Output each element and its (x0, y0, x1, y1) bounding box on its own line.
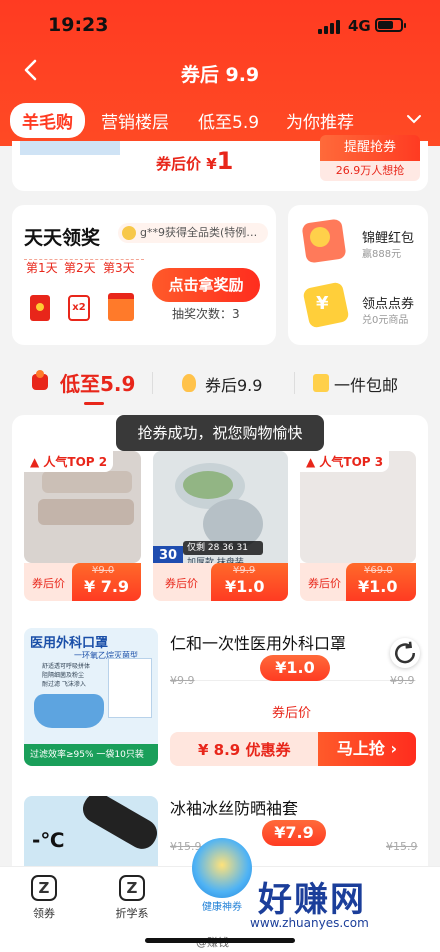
coupon-price-label: 券后价 (272, 706, 312, 721)
coupon-label: 券后价 (308, 577, 341, 590)
claim-reward-button[interactable]: 点击拿奖励 (152, 268, 260, 302)
koi-envelope-item[interactable] (300, 217, 348, 269)
flame-icon (182, 374, 196, 392)
double-badge-icon: x2 (68, 295, 90, 321)
tab-free-shipping[interactable]: 一件包邮 (334, 372, 398, 396)
top-badge: ▲ 人气TOP 2 (24, 451, 114, 472)
coupon-price-bubble: ¥1.0 (260, 655, 330, 681)
watermark-logo: 好赚网 (258, 880, 366, 920)
price: ¥1.0 (358, 577, 398, 596)
status-bar: 19:23 4G (0, 0, 440, 52)
section-tabs: 低至5.9 券后9.9 一件包邮 (0, 360, 440, 408)
daily-reward-card: 天天领奖 g**9获得全品类(特例… 第1天 第2天 第3天 x2 点击拿奖励 … (12, 205, 276, 345)
gift-box-icon (108, 293, 134, 321)
winner-marquee: g**9获得全品类(特例… (118, 223, 268, 243)
coupon-amount: ¥ 8.9 优惠券 (198, 741, 291, 759)
refresh-button[interactable] (390, 638, 420, 668)
health-coupon-label: 健康神券 (202, 902, 242, 913)
chevron-down-icon[interactable] (404, 109, 424, 129)
original-price-right: ¥15.9 (386, 840, 418, 853)
avatar (122, 226, 136, 240)
sleeve-product-image[interactable]: -℃ (24, 796, 158, 866)
top-badge: ▲ 人气TOP 3 (300, 451, 390, 472)
temperature-label: -℃ (32, 828, 65, 852)
original-price: ¥9.9 (233, 565, 256, 576)
home-indicator (145, 938, 295, 943)
active-indicator (84, 402, 104, 405)
tab-low-price[interactable]: 低至5.9 (198, 108, 259, 133)
coupon-sub: 兑0元商品 (362, 315, 409, 326)
koi-sub: 赢888元 (362, 249, 402, 260)
mask-product-name[interactable]: 仁和一次性医用外科口罩 (170, 630, 346, 654)
mask-image-title: 医用外科口罩 (30, 636, 109, 651)
coupon-bar[interactable]: ¥ 8.9 优惠券 马上抢 › (170, 732, 416, 766)
side-rewards-card: 锦鲤红包 赢888元 ¥ 领点点券 兑0元商品 (288, 205, 428, 345)
original-price: ¥9.9 (170, 674, 195, 687)
day3-label: 第3天 (103, 261, 135, 275)
coupon-title[interactable]: 领点点券 (362, 293, 414, 312)
status-time: 19:23 (48, 14, 109, 36)
daily-title: 天天领奖 (24, 227, 101, 249)
tab-marketing[interactable]: 营销楼层 (101, 108, 169, 133)
buy-now-button[interactable]: 马上抢 › (318, 732, 416, 766)
sleeve-icon (77, 796, 158, 854)
refresh-icon (395, 641, 416, 664)
want-count: 26.9万人想抢 (320, 161, 420, 181)
toast-message: 抢券成功，祝您购物愉快 (116, 415, 324, 451)
nav-zhexue[interactable]: Z 折学系 (102, 875, 162, 921)
coupon-label: 券后价 (32, 577, 65, 590)
health-coupon-float[interactable]: 健康神券 (192, 838, 252, 913)
coupon-item[interactable]: ¥ (302, 281, 350, 329)
mask-footer: 过滤效率≥95% 一袋10只装 (24, 744, 158, 766)
coupon-price-bubble: ¥7.9 (262, 820, 326, 846)
zhexue-nav-icon: Z (119, 875, 145, 901)
coupon-label: 券后价 (165, 577, 198, 590)
product-thumb (20, 141, 120, 155)
koi-title[interactable]: 锦鲤红包 (362, 227, 414, 246)
tab-low-5-9[interactable]: 低至5.9 (60, 368, 135, 397)
remind-button[interactable]: 提醒抢券 (320, 135, 420, 161)
tab-yangmaogou[interactable]: 羊毛购 (10, 103, 85, 138)
nav-coupons[interactable]: Z 领券 (14, 875, 74, 921)
fire-gift-icon (30, 370, 52, 392)
coupon-nav-icon: Z (31, 875, 57, 901)
day1-label: 第1天 (26, 261, 58, 275)
original-price-right: ¥9.9 (390, 674, 415, 687)
tab-recommend[interactable]: 为你推荐 (286, 108, 354, 133)
grid-product-1[interactable]: ▲ 人气TOP 2 券后价 ¥9.0 ¥ 7.9 (24, 451, 141, 601)
day2-label: 第2天 (64, 261, 96, 275)
price: ¥ 7.9 (84, 577, 130, 596)
mask-icon (34, 694, 104, 728)
sleeve-product-name[interactable]: 冰袖冰丝防晒袖套 (170, 795, 298, 819)
tab-after-9-9[interactable]: 券后9.9 (205, 372, 262, 396)
top-product-card[interactable]: 券后价 ¥1 提醒抢券 26.9万人想抢 (12, 135, 428, 191)
watermark-url: www.zhuanyes.com (250, 916, 369, 930)
price: ¥1.0 (225, 577, 265, 596)
coupon-price: 券后价 ¥1 (156, 147, 234, 175)
package-icon (313, 374, 329, 392)
battery-icon (375, 18, 406, 32)
original-price: ¥69.0 (364, 565, 393, 576)
original-price: ¥9.0 (92, 565, 115, 576)
page-title: 券后 9.9 (180, 64, 260, 86)
countdown: 仅剩 28 36 31 (183, 541, 263, 555)
mask-box (108, 658, 152, 718)
mask-product-image[interactable]: 医用外科口罩 一环氧乙烷灭菌型 舒适透可呼吸拼体 阻隔细菌及粉尘 耐过滤 飞沫渗… (24, 628, 158, 766)
grid-product-2[interactable]: 30 仅剩 28 36 31 加厚款 抹盘装 券后价 ¥9.9 ¥1.0 (153, 451, 288, 601)
network-label: 4G (348, 17, 371, 35)
red-envelope-icon (30, 295, 50, 321)
draw-count: 抽奖次数：3 (172, 307, 240, 321)
grid-product-3[interactable]: ▲ 人气TOP 3 券后价 ¥69.0 ¥1.0 (300, 451, 416, 601)
signal-icon (318, 20, 340, 34)
